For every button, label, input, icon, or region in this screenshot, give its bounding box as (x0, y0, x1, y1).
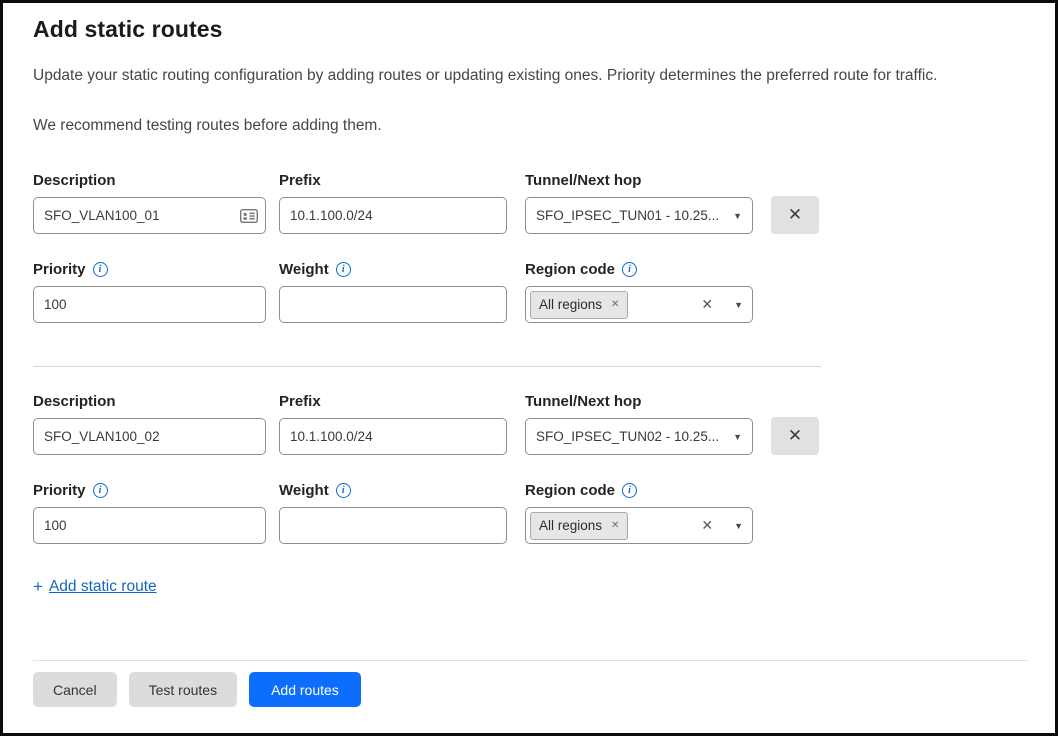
tunnel-next-hop-label: Tunnel/Next hop (525, 172, 753, 189)
route-divider (33, 366, 821, 367)
dialog-recommendation-text: We recommend testing routes before addin… (33, 116, 1025, 136)
info-icon[interactable]: i (622, 483, 637, 498)
test-routes-button[interactable]: Test routes (129, 672, 237, 707)
priority-input[interactable] (33, 507, 266, 544)
contact-card-icon[interactable] (240, 209, 258, 223)
clear-icon[interactable]: ✕ (701, 517, 713, 534)
close-icon: ✕ (788, 205, 802, 225)
prefix-label: Prefix (279, 393, 507, 410)
tunnel-selected-value: SFO_IPSEC_TUN02 - 10.25... (536, 429, 725, 444)
add-routes-button[interactable]: Add routes (249, 672, 361, 707)
route-row: Description Prefix Tunnel/Next hop SFO_I… (33, 172, 1025, 323)
weight-label: Weight (279, 482, 329, 499)
weight-input[interactable] (279, 286, 507, 323)
chevron-down-icon: ▼ (734, 521, 743, 531)
add-static-routes-dialog: Add static routes Update your static rou… (3, 3, 1055, 597)
priority-label: Priority (33, 261, 86, 278)
description-input[interactable] (33, 197, 266, 234)
prefix-label: Prefix (279, 172, 507, 189)
page-title: Add static routes (33, 16, 1025, 43)
clear-icon[interactable]: ✕ (701, 296, 713, 313)
plus-icon: + (33, 577, 43, 597)
region-code-select[interactable]: All regions ✕ ✕ ▼ (525, 507, 753, 544)
close-icon: ✕ (788, 426, 802, 446)
chip-remove-icon[interactable]: ✕ (611, 299, 619, 310)
prefix-input[interactable] (279, 418, 507, 455)
info-icon[interactable]: i (336, 262, 351, 277)
weight-input[interactable] (279, 507, 507, 544)
region-chip[interactable]: All regions ✕ (530, 512, 628, 540)
info-icon[interactable]: i (93, 262, 108, 277)
weight-label: Weight (279, 261, 329, 278)
cancel-button[interactable]: Cancel (33, 672, 117, 707)
tunnel-next-hop-select[interactable]: SFO_IPSEC_TUN02 - 10.25... ▼ (525, 418, 753, 455)
chip-remove-icon[interactable]: ✕ (611, 520, 619, 531)
remove-route-button[interactable]: ✕ (771, 196, 819, 234)
description-input[interactable] (33, 418, 266, 455)
chevron-down-icon: ▼ (734, 300, 743, 310)
chevron-down-icon: ▼ (733, 211, 742, 221)
info-icon[interactable]: i (622, 262, 637, 277)
chevron-down-icon: ▼ (733, 432, 742, 442)
tunnel-selected-value: SFO_IPSEC_TUN01 - 10.25... (536, 208, 725, 223)
region-chip[interactable]: All regions ✕ (530, 291, 628, 319)
dialog-footer: Cancel Test routes Add routes (33, 660, 1027, 733)
prefix-input[interactable] (279, 197, 507, 234)
region-code-label: Region code (525, 261, 615, 278)
add-static-route-link[interactable]: Add static route (49, 578, 157, 596)
region-chip-label: All regions (539, 297, 602, 312)
tunnel-next-hop-select[interactable]: SFO_IPSEC_TUN01 - 10.25... ▼ (525, 197, 753, 234)
tunnel-next-hop-label: Tunnel/Next hop (525, 393, 753, 410)
description-label: Description (33, 393, 266, 410)
region-chip-label: All regions (539, 518, 602, 533)
region-code-label: Region code (525, 482, 615, 499)
dialog-intro-text: Update your static routing configuration… (33, 66, 1025, 86)
description-label: Description (33, 172, 266, 189)
remove-route-button[interactable]: ✕ (771, 417, 819, 455)
priority-label: Priority (33, 482, 86, 499)
region-code-select[interactable]: All regions ✕ ✕ ▼ (525, 286, 753, 323)
route-row: Description Prefix Tunnel/Next hop SFO_I… (33, 393, 1025, 544)
info-icon[interactable]: i (336, 483, 351, 498)
info-icon[interactable]: i (93, 483, 108, 498)
priority-input[interactable] (33, 286, 266, 323)
